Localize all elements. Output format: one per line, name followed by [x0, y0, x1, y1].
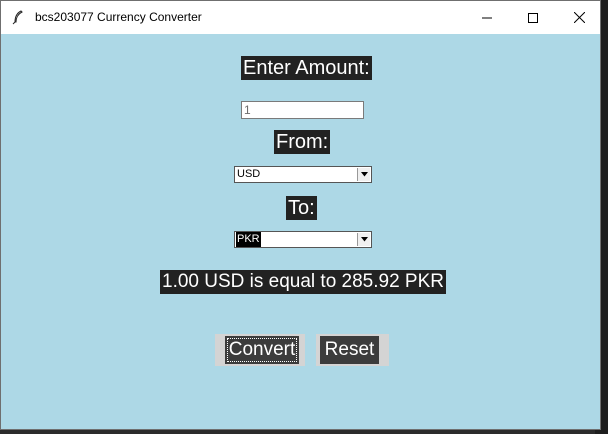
amount-input[interactable]: 1 [241, 101, 364, 119]
close-button[interactable] [556, 1, 602, 34]
from-label: From: [274, 130, 331, 154]
reset-button[interactable]: Reset [320, 336, 379, 364]
app-window: bcs203077 Currency Converter Enter Amoun… [0, 0, 601, 430]
minimize-icon [482, 8, 492, 27]
amount-label: Enter Amount: [241, 56, 372, 80]
chevron-down-icon[interactable] [357, 168, 370, 181]
reset-button-frame: Reset [316, 334, 389, 366]
close-icon [573, 8, 585, 27]
window-title: bcs203077 Currency Converter [35, 10, 202, 24]
chevron-down-icon[interactable] [357, 233, 370, 246]
maximize-icon [528, 8, 538, 27]
convert-button[interactable]: Convert [225, 336, 299, 364]
minimize-button[interactable] [464, 1, 510, 34]
title-bar[interactable]: bcs203077 Currency Converter [1, 1, 600, 34]
to-label: To: [286, 196, 317, 220]
to-currency-select[interactable]: PKR [234, 231, 372, 248]
from-currency-value: USD [237, 168, 261, 180]
feather-icon [10, 9, 26, 25]
converter-form: Enter Amount: 1 From: USD To: PKR 1.00 U… [1, 34, 600, 429]
convert-button-frame: Convert [215, 334, 305, 366]
maximize-button[interactable] [510, 1, 556, 34]
conversion-result: 1.00 USD is equal to 285.92 PKR [160, 270, 447, 294]
from-currency-select[interactable]: USD [234, 166, 372, 183]
to-currency-value: PKR [236, 232, 261, 247]
